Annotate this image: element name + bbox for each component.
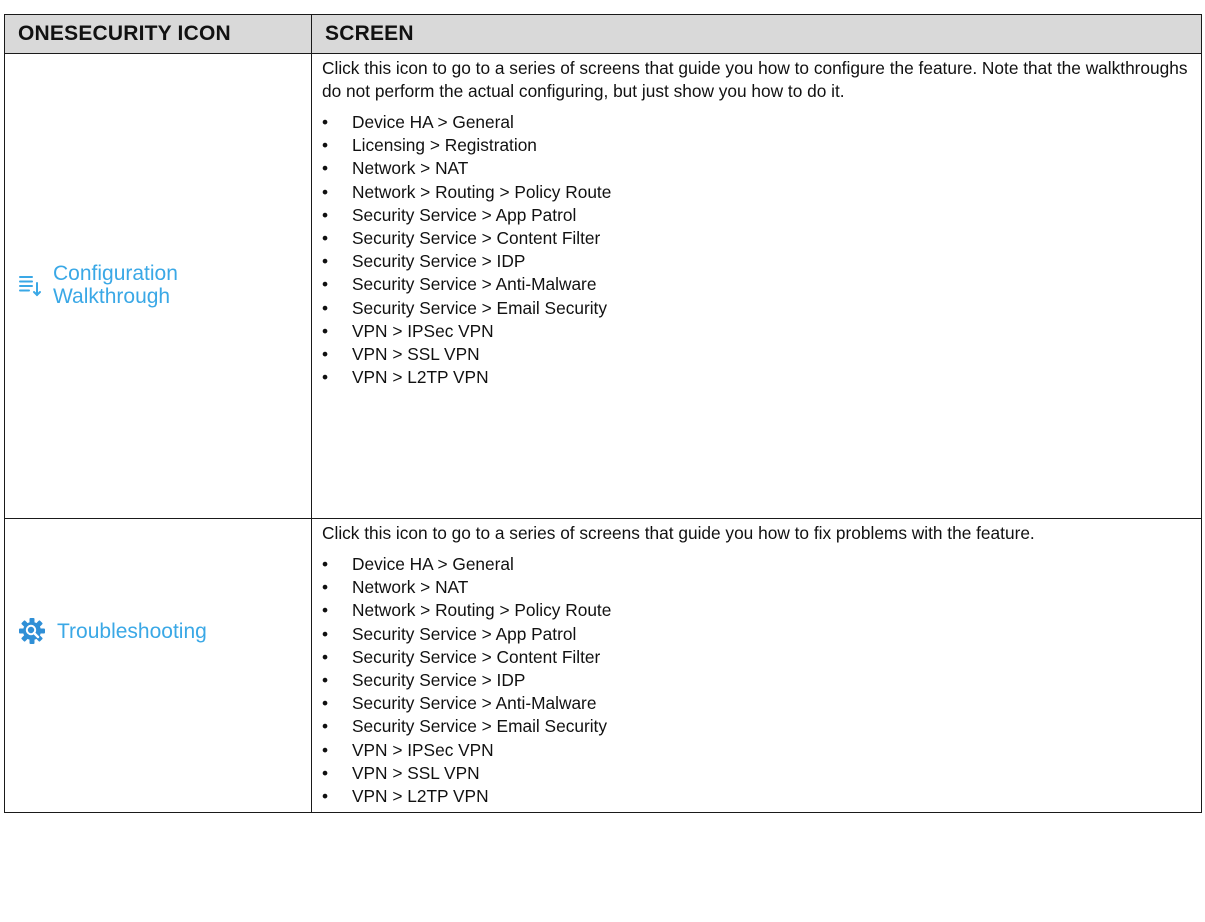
icon-cell-troubleshooting: Troubleshooting (4, 517, 312, 814)
header-onesecurity-icon: ONESECURITY ICON (4, 14, 312, 54)
list-item: • Security Service > IDP (322, 250, 1193, 273)
walkthrough-label-line1: Configuration (53, 262, 178, 285)
bullet: • (322, 739, 329, 760)
list-item-text: Network > Routing > Policy Route (352, 181, 612, 202)
list-item-text: Network > NAT (352, 577, 469, 598)
bullet: • (322, 181, 329, 202)
list-item-text: Security Service > IDP (352, 670, 526, 691)
list-item: • Network > NAT (322, 157, 1193, 180)
configuration-walkthrough-button[interactable]: Configuration Walkthrough (17, 262, 311, 308)
list-item-text: Licensing > Registration (352, 135, 537, 156)
icon-cell-walkthrough: Configuration Walkthrough (4, 53, 312, 519)
list-item-text: VPN > L2TP VPN (352, 786, 489, 807)
bullet: • (322, 112, 329, 132)
bullet: • (322, 320, 329, 341)
list-item: • Security Service > Content Filter (322, 227, 1193, 250)
list-item: • Security Service > App Patrol (322, 204, 1193, 227)
list-item-text: Security Service > Content Filter (352, 646, 601, 667)
list-item: • VPN > SSL VPN (322, 762, 1193, 785)
list-item-text: VPN > IPSec VPN (352, 739, 494, 760)
list-item: • Network > Routing > Policy Route (322, 181, 1193, 204)
screen-cell-walkthrough: Click this icon to go to a series of scr… (311, 53, 1202, 519)
header-screen: SCREEN (311, 14, 1202, 54)
bullet: • (322, 762, 329, 783)
table-row-walkthrough: Configuration Walkthrough Click this ico… (4, 53, 1202, 519)
bullet: • (322, 228, 329, 249)
troubleshooting-button[interactable]: Troubleshooting (17, 616, 311, 646)
bullet: • (322, 344, 329, 365)
list-item: • Security Service > Content Filter (322, 646, 1193, 669)
list-item-text: VPN > IPSec VPN (352, 320, 494, 341)
list-item-text: Device HA > General (352, 554, 514, 574)
table-row-troubleshooting: Troubleshooting Click this icon to go to… (4, 517, 1202, 814)
list-item-text: Security Service > App Patrol (352, 623, 577, 644)
bullet: • (322, 646, 329, 667)
bullet: • (322, 135, 329, 156)
list-item: • Security Service > Email Security (322, 715, 1193, 738)
list-item: • Security Service > App Patrol (322, 623, 1193, 646)
bullet: • (322, 670, 329, 691)
list-item: • VPN > L2TP VPN (322, 366, 1193, 389)
list-item: • VPN > IPSec VPN (322, 320, 1193, 343)
list-item-text: Device HA > General (352, 112, 514, 132)
bullet: • (322, 716, 329, 737)
walkthrough-label: Configuration Walkthrough (53, 262, 178, 308)
list-item-text: Security Service > Content Filter (352, 228, 601, 249)
bullet: • (322, 786, 329, 807)
list-item: • Network > NAT (322, 576, 1193, 599)
list-item: • Security Service > Anti-Malware (322, 692, 1193, 715)
bullet: • (322, 251, 329, 272)
list-item: • Licensing > Registration (322, 134, 1193, 157)
onesecurity-icon-table: ONESECURITY ICON SCREEN Configuration Wa… (4, 14, 1202, 814)
bullet: • (322, 274, 329, 295)
list-item: • VPN > SSL VPN (322, 343, 1193, 366)
walkthrough-screen-list: • Device HA > General • Licensing > Regist… (322, 111, 1193, 389)
troubleshooting-description: Click this icon to go to a series of scr… (322, 523, 1035, 543)
list-item-text: Network > NAT (352, 158, 469, 179)
list-item: • Security Service > Anti-Malware (322, 273, 1193, 296)
troubleshooting-label: Troubleshooting (57, 619, 207, 643)
bullet: • (322, 297, 329, 318)
walkthrough-description: Click this icon to go to a series of scr… (322, 58, 1188, 101)
list-item-text: Network > Routing > Policy Route (352, 600, 612, 621)
screen-cell-troubleshooting: Click this icon to go to a series of scr… (311, 517, 1202, 814)
list-item: • Security Service > IDP (322, 669, 1193, 692)
list-item-text: Security Service > App Patrol (352, 204, 577, 225)
list-item: • Network > Routing > Policy Route (322, 599, 1193, 622)
bullet: • (322, 158, 329, 179)
list-item-text: Security Service > Email Security (352, 716, 607, 737)
bullet: • (322, 204, 329, 225)
list-item-text: VPN > SSL VPN (352, 762, 480, 783)
bullet: • (322, 577, 329, 598)
list-item: • Device HA > General (322, 111, 1193, 134)
list-item-text: Security Service > Email Security (352, 297, 607, 318)
bullet: • (322, 623, 329, 644)
list-item: • Security Service > Email Security (322, 297, 1193, 320)
list-item-text: VPN > L2TP VPN (352, 367, 489, 388)
troubleshooting-gear-icon (19, 618, 45, 644)
list-item: • VPN > L2TP VPN (322, 785, 1193, 808)
walkthrough-icon (19, 276, 41, 297)
list-item: • Device HA > General (322, 553, 1193, 576)
list-item-text: Security Service > IDP (352, 251, 526, 272)
bullet: • (322, 367, 329, 388)
bullet: • (322, 554, 329, 574)
list-item-text: Security Service > Anti-Malware (352, 693, 597, 714)
troubleshooting-screen-list: • Device HA > General • Network > NAT • Net… (322, 553, 1193, 808)
walkthrough-label-line2: Walkthrough (53, 285, 171, 308)
list-item: • VPN > IPSec VPN (322, 739, 1193, 762)
bullet: • (322, 693, 329, 714)
bullet: • (322, 600, 329, 621)
list-item-text: VPN > SSL VPN (352, 344, 480, 365)
table-header-row: ONESECURITY ICON SCREEN (4, 14, 1202, 54)
list-item-text: Security Service > Anti-Malware (352, 274, 597, 295)
